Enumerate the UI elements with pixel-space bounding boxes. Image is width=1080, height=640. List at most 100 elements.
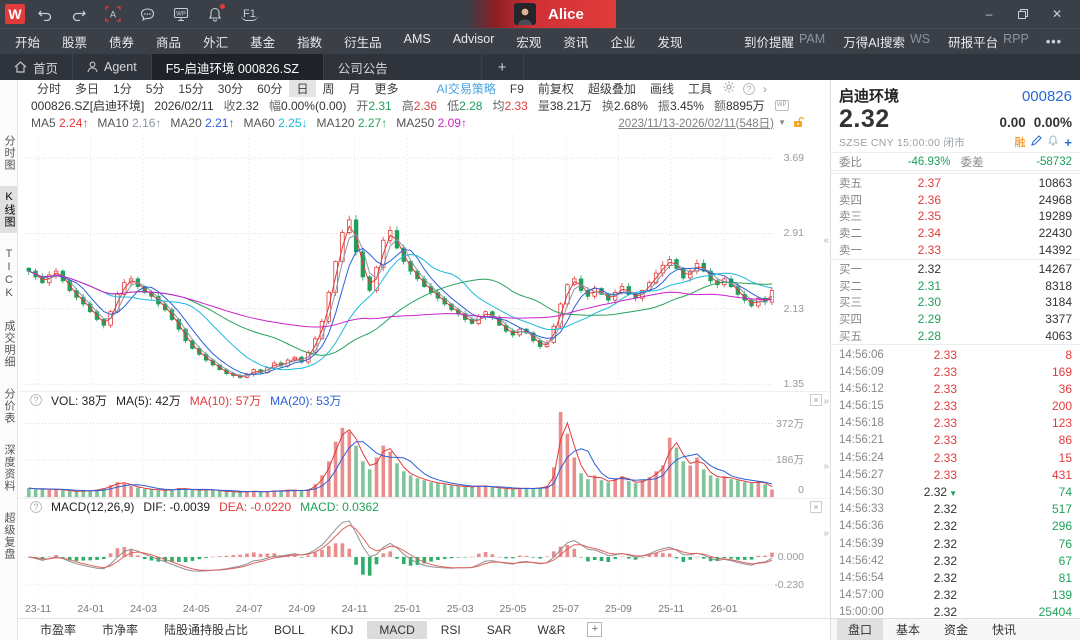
close-button[interactable]: ✕: [1042, 3, 1072, 25]
menu-combo-万得AI搜索[interactable]: 万得AI搜索 WS: [834, 32, 939, 51]
tab-home[interactable]: 首页: [0, 54, 74, 80]
tick-row[interactable]: 15:00:00 2.32 25404: [831, 604, 1080, 618]
menu-item-Advisor[interactable]: Advisor: [442, 32, 506, 51]
period-5分[interactable]: 5分: [139, 80, 172, 97]
chat-icon[interactable]: [139, 6, 155, 22]
bid-row[interactable]: 买四 2.29 3377: [831, 311, 1080, 328]
tab-agent[interactable]: Agent: [73, 54, 152, 80]
collapse-right-icon[interactable]: ›: [763, 82, 767, 96]
rail-item-分时图[interactable]: 分时图: [0, 130, 17, 176]
tick-row[interactable]: 14:56:21 2.33 86: [831, 432, 1080, 449]
macd-pane[interactable]: ? MACD(12,26,9) DIF: -0.0039 DEA: -0.022…: [18, 498, 830, 602]
tick-row[interactable]: 14:57:00 2.32 139: [831, 587, 1080, 604]
indicator-tab-MACD[interactable]: MACD: [367, 620, 427, 639]
tick-row[interactable]: 14:56:24 2.33 15: [831, 449, 1080, 466]
menu-item-股票[interactable]: 股票: [51, 32, 98, 51]
ask-row[interactable]: 卖一 2.33 14392: [831, 241, 1080, 258]
ask-row[interactable]: 卖四 2.36 24968: [831, 192, 1080, 209]
tick-row[interactable]: 14:56:15 2.33 200: [831, 398, 1080, 415]
tick-row[interactable]: 14:56:54 2.32 81: [831, 569, 1080, 586]
tick-row[interactable]: 14:56:18 2.33 123: [831, 415, 1080, 432]
f1-help-icon[interactable]: F1: [241, 8, 258, 21]
volume-close-icon[interactable]: ×: [810, 394, 822, 406]
menu-combo-到价提醒[interactable]: 到价提醒 PAM: [735, 32, 834, 51]
unlock-icon[interactable]: [793, 116, 805, 131]
tool-前复权[interactable]: 前复权: [531, 80, 581, 97]
undo-icon[interactable]: [37, 6, 53, 22]
panel-tab-基本[interactable]: 基本: [885, 619, 931, 640]
font-frame-icon[interactable]: A: [105, 6, 121, 22]
ask-row[interactable]: 卖三 2.35 19289: [831, 208, 1080, 225]
menu-item-外汇[interactable]: 外汇: [192, 32, 239, 51]
tick-row[interactable]: 14:56:12 2.33 36: [831, 380, 1080, 397]
rail-item-超级复盘[interactable]: 超级复盘: [0, 507, 17, 565]
collapse-chevron-icon[interactable]: »: [823, 529, 829, 539]
candlestick-pane[interactable]: « 3.69 2.91 2.13 1.35: [18, 131, 830, 391]
volume-pane[interactable]: ? VOL: 38万 MA(5): 42万 MA(10): 57万 MA(20)…: [18, 391, 830, 498]
indicator-tab-市净率[interactable]: 市净率: [90, 619, 150, 640]
tick-row[interactable]: 14:56:09 2.33 169: [831, 363, 1080, 380]
indicator-tab-W&R[interactable]: W&R: [525, 621, 577, 639]
new-tab-button[interactable]: +: [482, 54, 524, 80]
period-1分[interactable]: 1分: [106, 80, 139, 97]
rail-item-TICK[interactable]: TICK: [0, 243, 17, 305]
menu-item-宏观[interactable]: 宏观: [505, 32, 552, 51]
menu-item-企业[interactable]: 企业: [599, 32, 646, 51]
collapse-chevron-icon[interactable]: «: [823, 236, 829, 246]
period-分时[interactable]: 分时: [30, 80, 68, 97]
tick-row[interactable]: 14:56:30 2.32 ▼ 74: [831, 483, 1080, 500]
help-icon[interactable]: ?: [742, 82, 755, 95]
tab-announcement[interactable]: 公司公告: [324, 54, 482, 80]
period-更多[interactable]: 更多: [368, 80, 406, 97]
date-range[interactable]: 2023/11/13-2026/02/11(548日): [618, 115, 774, 131]
indicator-tab-陆股通持股占比[interactable]: 陆股通持股占比: [152, 619, 260, 640]
period-多日[interactable]: 多日: [68, 80, 106, 97]
menu-item-指数[interactable]: 指数: [286, 32, 333, 51]
collapse-chevron-icon[interactable]: »: [823, 397, 829, 407]
tab-stock-active[interactable]: F5-启迪环境 000826.SZ: [151, 54, 324, 80]
tick-row[interactable]: 14:56:42 2.32 67: [831, 552, 1080, 569]
tool-F9[interactable]: F9: [503, 82, 531, 96]
menu-item-开始[interactable]: 开始: [4, 32, 51, 51]
indicator-tab-BOLL[interactable]: BOLL: [262, 621, 317, 639]
add-indicator-button[interactable]: +: [587, 622, 603, 637]
tick-row[interactable]: 14:56:33 2.32 517: [831, 501, 1080, 518]
menu-item-资讯[interactable]: 资讯: [552, 32, 599, 51]
edit-icon[interactable]: [1031, 135, 1043, 149]
restore-button[interactable]: [1008, 3, 1038, 25]
collapse-chevron-icon[interactable]: »: [823, 462, 829, 472]
user-banner[interactable]: Alice: [468, 0, 616, 28]
menu-item-发现[interactable]: 发现: [646, 32, 693, 51]
bid-row[interactable]: 买一 2.32 14267: [831, 261, 1080, 278]
tool-超级叠加[interactable]: 超级叠加: [581, 80, 643, 97]
minimize-button[interactable]: –: [974, 3, 1004, 25]
indicator-tab-SAR[interactable]: SAR: [475, 621, 524, 639]
bid-row[interactable]: 买三 2.30 3184: [831, 294, 1080, 311]
macd-help-icon[interactable]: ?: [30, 501, 42, 513]
rail-item-深度资料[interactable]: 深度资料: [0, 439, 17, 497]
menu-item-商品[interactable]: 商品: [145, 32, 192, 51]
panel-tab-盘口[interactable]: 盘口: [837, 619, 884, 640]
indicator-tab-RSI[interactable]: RSI: [429, 621, 473, 639]
ask-row[interactable]: 卖五 2.37 10863: [831, 175, 1080, 192]
rail-item-K线图[interactable]: K线图: [0, 186, 17, 233]
period-30分[interactable]: 30分: [211, 80, 250, 97]
tick-row[interactable]: 14:56:39 2.32 76: [831, 535, 1080, 552]
tool-画线[interactable]: 画线: [643, 80, 681, 97]
bid-row[interactable]: 买五 2.28 4063: [831, 327, 1080, 344]
period-月[interactable]: 月: [342, 80, 368, 97]
tick-list[interactable]: 14:56:06 2.33 8 14:56:09 2.33 169 14:56:12 2.33…: [831, 343, 1080, 618]
alert-bell-icon[interactable]: [1048, 135, 1059, 149]
menu-item-债券[interactable]: 债券: [98, 32, 145, 51]
panel-tab-快讯[interactable]: 快讯: [981, 619, 1027, 640]
rail-item-成交明细[interactable]: 成交明细: [0, 315, 17, 373]
add-watchlist-icon[interactable]: +: [1064, 135, 1072, 150]
menu-more-button[interactable]: •••: [1038, 35, 1070, 49]
gear-icon[interactable]: [723, 81, 735, 96]
period-周[interactable]: 周: [316, 80, 342, 97]
period-60分[interactable]: 60分: [250, 80, 289, 97]
panel-tab-资金[interactable]: 资金: [933, 619, 979, 640]
tick-row[interactable]: 14:56:06 2.33 8: [831, 346, 1080, 363]
menu-item-AMS[interactable]: AMS: [393, 32, 442, 51]
tick-row[interactable]: 14:56:36 2.32 296: [831, 518, 1080, 535]
